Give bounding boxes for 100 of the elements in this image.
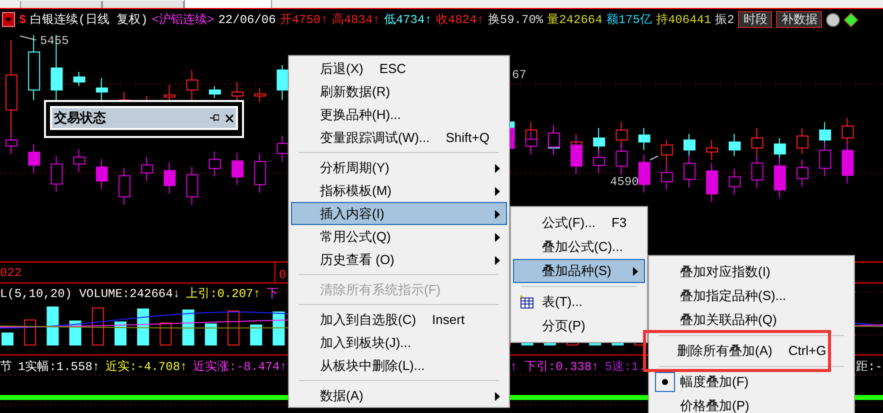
candlestick [660,164,673,190]
candlestick [208,150,221,177]
candlestick [186,166,198,206]
currency-symbol: $ [19,12,26,28]
candlestick [73,72,86,86]
menu-item[interactable]: 后退(X) ESC [291,57,507,80]
quote-field: 低4734↑ [384,10,432,28]
price-label: 4590 [610,174,639,191]
submenu-arrow-icon[interactable] [495,164,500,173]
quote-field: 收4824↑ [436,10,484,28]
menu-item[interactable]: 插入内容(I) [291,202,507,225]
submenu-arrow-icon[interactable] [495,210,500,219]
submenu-arrow-icon[interactable] [633,267,638,276]
toolbar-button[interactable]: 时段 [738,11,772,28]
candlestick [684,134,696,158]
candlestick [728,134,741,156]
volume-bar [228,310,240,346]
submenu-arrow-icon[interactable] [495,392,500,401]
candlestick [118,167,130,206]
candlestick [96,158,108,190]
candlestick [796,128,808,154]
menu-item[interactable]: 加入到自选股(C) Insert [291,308,507,331]
menu-item[interactable]: 常用公式(Q) [291,225,507,248]
menu-item[interactable]: 叠加品种(S) [513,259,645,283]
candlestick [525,130,538,155]
menu-item[interactable]: 价格叠加(P) [651,394,852,413]
candlestick [28,34,40,100]
candlestick [616,142,628,175]
menu-item[interactable]: 分析周期(Y) [291,156,507,179]
submenu-arrow-icon[interactable] [495,256,500,265]
menu-item[interactable]: 更换品种(H)... [291,103,507,126]
quote-field: 持406441 [656,10,712,28]
submenu-arrow-icon[interactable] [495,187,500,196]
indicator-value: 1实幅:1.558↑ [18,359,100,376]
volume-bar [160,322,172,346]
indicator-value: 5速:1. [604,359,646,376]
date-label: 022 [0,265,22,282]
menu-item[interactable]: 历史查看 (O) [291,248,507,271]
candlestick [706,162,718,202]
menu-item[interactable]: 删除所有叠加(A) Ctrl+G [643,330,831,372]
menu-item[interactable]: 叠加对应指数(I) [651,260,852,284]
menu-item[interactable]: 数据(A) [291,384,507,407]
dropdown-icon[interactable] [2,12,15,27]
candlestick [751,128,764,156]
quote-field: 额175亿 [606,10,652,28]
candlestick [50,155,63,192]
candlestick [232,152,244,186]
leader-line [20,36,36,40]
menu-item[interactable]: 加入到板块(J)... [291,331,507,354]
quote-field: 白银连续(日线 复权) [30,10,148,28]
menu-item[interactable]: 指标模板(M) [291,179,507,202]
indicator-value: 节 [0,359,12,376]
quote-field: 振2 [715,10,734,28]
candlestick [208,86,221,98]
candlestick [706,140,718,160]
price-label: 67 [512,67,526,84]
candlestick [254,153,266,194]
toolbar-button[interactable]: 补数据 [776,11,822,28]
candlestick [276,64,289,100]
menu-item[interactable]: 表(T)... [513,290,645,314]
menu-item[interactable]: 叠加指定品种(S)... [651,284,852,308]
indicator-value: 上引:0.207↑ [186,286,260,303]
volume-bar [250,324,262,346]
indicator-value: 近实:-4.708↑ [106,359,188,376]
volume-bar [182,310,194,346]
quote-field: 开4750↑ [280,10,328,28]
quote-field: 换59.70% [488,10,544,28]
pin-icon[interactable] [210,114,219,122]
close-icon[interactable] [225,114,234,122]
candlestick [796,159,808,188]
quote-field: 22/06/06 [218,10,276,28]
volume-bar [204,324,217,346]
candlestick [28,144,40,174]
volume-bar [92,308,104,346]
date-label: 0 [279,267,286,284]
volume-bar [2,332,14,346]
candlestick [728,168,741,196]
menu-item[interactable]: 叠加公式(C)... [513,235,645,259]
candlestick [638,128,650,150]
menu-item[interactable]: 变量跟踪调试(W)... Shift+Q [291,126,507,149]
volume-bar [114,322,126,346]
indicator-value: 下 [266,286,278,303]
candlestick [73,148,86,173]
candlestick [96,78,108,102]
menu-item[interactable]: 幅度叠加(F) [651,370,852,394]
tab[interactable] [184,0,272,8]
candlestick [660,140,673,166]
menu-item[interactable]: 从板块中删除(L)... [291,354,507,377]
indicator-value: L(5,10,20) VOLUME:242664↓ [0,286,180,303]
candlestick [638,154,650,193]
leader-line [650,156,658,160]
candlestick [593,148,606,174]
submenu-arrow-icon[interactable] [495,233,500,242]
clock-icon[interactable] [826,12,840,26]
menu-item[interactable]: 公式(F)... F3 [513,211,645,235]
menu-item[interactable]: 叠加关联品种(Q) [651,308,852,332]
candlestick [548,124,560,156]
candlestick [819,142,832,177]
menu-item[interactable]: 刷新数据(R) [291,80,507,103]
candlestick [141,156,154,182]
